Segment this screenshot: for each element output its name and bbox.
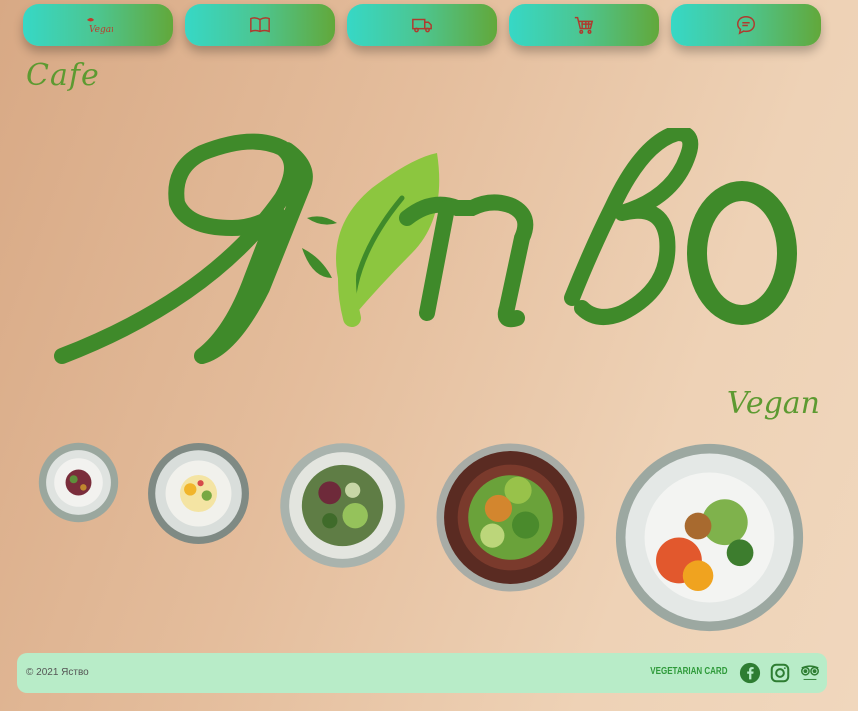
instagram-icon[interactable] (769, 662, 791, 684)
yastvo-logo (54, 128, 797, 364)
cafe-label: Cafe (26, 58, 100, 93)
top-nav: Vegan (23, 4, 821, 46)
svg-text:Vegan: Vegan (89, 25, 113, 35)
nav-menu-button[interactable] (185, 4, 335, 46)
nav-home-button[interactable]: Vegan (23, 4, 173, 46)
nav-cart-button[interactable] (509, 4, 659, 46)
book-open-icon (250, 17, 270, 33)
dish-1[interactable] (38, 442, 119, 523)
tripadvisor-icon[interactable] (799, 662, 821, 684)
dish-3[interactable] (279, 442, 406, 569)
dish-5[interactable] (614, 442, 805, 633)
delivery-truck-icon (412, 18, 432, 33)
chat-bubble-icon (737, 16, 755, 35)
nav-delivery-button[interactable] (347, 4, 497, 46)
dish-4[interactable] (435, 442, 586, 593)
vegan-logo-icon: Vegan (87, 18, 113, 35)
footer: © 2021 Яство VEGETARIAN CARD (17, 653, 827, 693)
dish-2[interactable] (147, 442, 250, 545)
shopping-cart-icon (574, 16, 594, 34)
nav-contact-button[interactable] (671, 4, 821, 46)
facebook-icon[interactable] (739, 662, 761, 684)
vegan-label: Vegan (726, 386, 820, 421)
vegetarian-card-link[interactable]: VEGETARIAN CARD (650, 666, 727, 677)
copyright-text: © 2021 Яство (26, 667, 89, 678)
